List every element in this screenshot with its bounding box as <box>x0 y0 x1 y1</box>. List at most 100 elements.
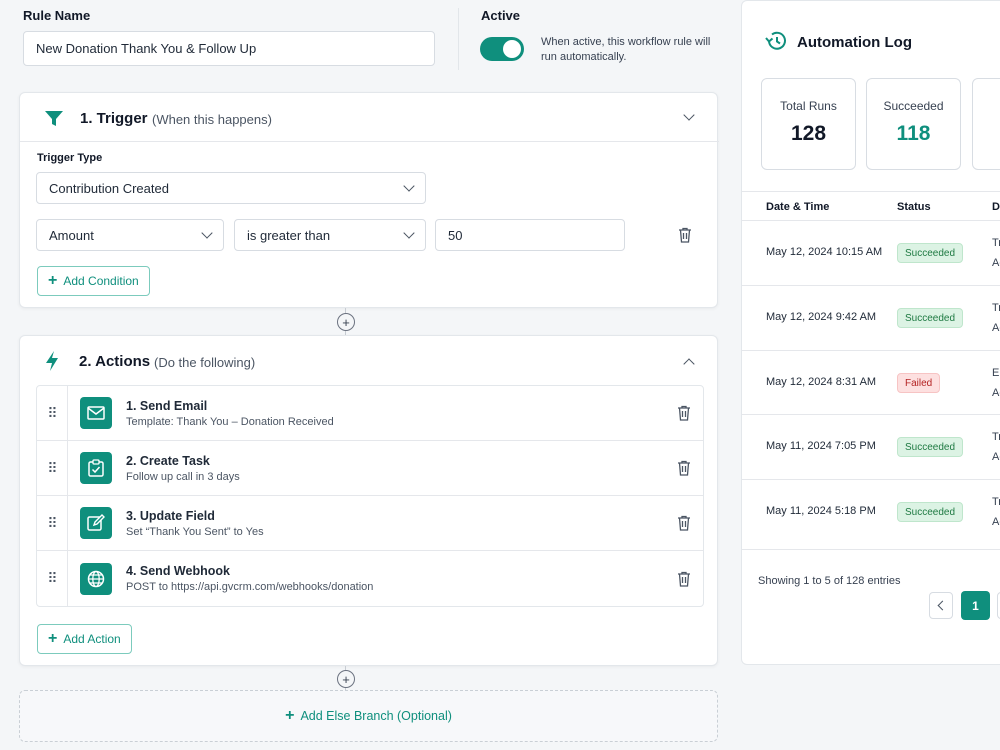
row-separator <box>67 386 68 440</box>
plus-icon: + <box>285 707 295 724</box>
log-detail: Tr <box>992 237 1000 249</box>
log-detail: Ac <box>992 257 1000 269</box>
add-condition-label: Add Condition <box>63 274 139 288</box>
mail-icon <box>80 397 112 429</box>
action-item[interactable]: ⠿ 2. Create Task Follow up call in 3 day… <box>37 441 703 496</box>
lightning-icon <box>46 351 58 371</box>
log-detail: Tr <box>992 431 1000 443</box>
status-badge: Succeeded <box>897 502 964 522</box>
globe-icon <box>80 562 112 595</box>
log-detail: Ac <box>992 451 1000 463</box>
trash-icon[interactable] <box>677 571 691 587</box>
status-badge: Failed <box>897 373 941 393</box>
chevron-down-icon <box>403 180 415 192</box>
action-item[interactable]: ⠿ 1. Send Email Template: Thank You – Do… <box>37 386 703 441</box>
action-subtitle: POST to https://api.gvcrm.com/webhooks/d… <box>126 581 374 593</box>
table-divider <box>742 191 1000 192</box>
log-detail: Ac <box>992 322 1000 334</box>
chevron-up-icon[interactable] <box>683 358 695 370</box>
action-title: 2. Create Task <box>126 453 210 468</box>
drag-handle-icon[interactable]: ⠿ <box>37 570 67 587</box>
log-date: May 11, 2024 7:05 PM <box>766 440 876 452</box>
add-step-icon[interactable]: + <box>337 313 355 331</box>
row-separator <box>67 551 68 606</box>
status-badge: Succeeded <box>897 437 964 457</box>
row-separator <box>67 441 68 495</box>
table-row[interactable]: May 11, 2024 7:05 PM Succeeded Tr Ac <box>742 414 1000 479</box>
trigger-subtitle: (When this happens) <box>152 112 272 127</box>
condition-field-value: Amount <box>49 227 94 243</box>
trigger-type-label: Trigger Type <box>37 152 103 164</box>
actions-title: 2. Actions <box>79 353 151 370</box>
plus-icon: + <box>48 272 58 289</box>
chevron-down-icon[interactable] <box>683 109 695 121</box>
table-row[interactable]: May 12, 2024 9:42 AM Succeeded Tr Ac <box>742 285 1000 350</box>
trigger-type-select[interactable]: Contribution Created <box>36 172 426 204</box>
log-date: May 12, 2024 9:42 AM <box>766 311 877 323</box>
column-header: Status <box>897 201 931 213</box>
trash-icon[interactable] <box>677 515 691 531</box>
log-detail: Tr <box>992 496 1000 508</box>
action-subtitle: Follow up call in 3 days <box>126 470 240 483</box>
header-divider <box>458 8 459 70</box>
log-date: May 11, 2024 5:18 PM <box>766 505 876 517</box>
action-title: 3. Update Field <box>126 508 215 523</box>
column-header: De <box>992 201 1000 213</box>
stat-label: Succeeded <box>883 99 944 113</box>
stat-card-partial <box>972 78 1000 170</box>
filter-icon <box>45 111 63 126</box>
rule-name-input[interactable]: New Donation Thank You & Follow Up <box>23 31 435 66</box>
log-detail: Ac <box>992 516 1000 528</box>
add-action-label: Add Action <box>63 632 121 646</box>
action-list: ⠿ 1. Send Email Template: Thank You – Do… <box>36 385 704 607</box>
add-else-branch-button[interactable]: + Add Else Branch (Optional) <box>19 690 718 742</box>
drag-handle-icon[interactable]: ⠿ <box>37 515 67 532</box>
add-action-button[interactable]: + Add Action <box>37 624 132 654</box>
automation-log-panel: Automation Log Total Runs 128 Succeeded … <box>741 0 1000 665</box>
trash-icon[interactable] <box>678 227 692 243</box>
add-step-icon[interactable]: + <box>337 670 355 688</box>
action-item[interactable]: ⠿ 4. Send Webhook POST to https://api.gv… <box>37 551 703 606</box>
stat-succeeded: Succeeded 118 <box>866 78 961 170</box>
prev-page-button[interactable] <box>929 592 953 619</box>
table-row[interactable]: May 12, 2024 10:15 AM Succeeded Tr Ac <box>742 220 1000 285</box>
edit-icon <box>80 507 112 539</box>
trash-icon[interactable] <box>677 405 691 421</box>
action-title: 1. Send Email <box>126 398 208 413</box>
active-toggle[interactable] <box>480 37 524 61</box>
rule-name-label: Rule Name <box>23 8 91 23</box>
stat-value: 128 <box>790 122 827 145</box>
add-else-branch-label: Add Else Branch (Optional) <box>300 709 452 723</box>
action-title: 4. Send Webhook <box>126 564 230 578</box>
pagination-info: Showing 1 to 5 of 128 entries <box>758 575 901 587</box>
stat-label: Total Runs <box>780 99 837 113</box>
status-badge: Succeeded <box>897 308 964 328</box>
drag-handle-icon[interactable]: ⠿ <box>37 460 67 477</box>
condition-value-input[interactable]: 50 <box>435 219 625 251</box>
action-subtitle: Set “Thank You Sent” to Yes <box>126 525 264 538</box>
column-header: Date & Time <box>766 201 830 213</box>
log-detail: Er <box>992 367 1000 379</box>
condition-operator-value: is greater than <box>247 227 331 243</box>
table-row[interactable]: May 12, 2024 8:31 AM Failed Er Ac <box>742 350 1000 415</box>
drag-handle-icon[interactable]: ⠿ <box>37 405 67 422</box>
condition-operator-select[interactable]: is greater than <box>234 219 426 251</box>
status-badge: Succeeded <box>897 243 964 263</box>
actions-card: 2. Actions (Do the following) ⠿ 1. Send … <box>19 335 718 666</box>
action-item[interactable]: ⠿ 3. Update Field Set “Thank You Sent” t… <box>37 496 703 551</box>
page-1-button[interactable]: 1 <box>961 591 990 620</box>
trigger-divider <box>20 141 719 142</box>
table-row[interactable]: May 11, 2024 5:18 PM Succeeded Tr Ac <box>742 479 1000 544</box>
action-subtitle: Template: Thank You – Donation Received <box>126 415 334 428</box>
add-condition-button[interactable]: + Add Condition <box>37 266 150 296</box>
history-icon <box>765 31 786 50</box>
log-date: May 12, 2024 8:31 AM <box>766 376 877 388</box>
active-label: Active <box>481 8 521 23</box>
actions-subtitle: (Do the following) <box>154 355 256 370</box>
chevron-down-icon <box>403 227 415 239</box>
condition-field-select[interactable]: Amount <box>36 219 224 251</box>
trash-icon[interactable] <box>677 460 691 476</box>
stat-value: 118 <box>896 122 931 145</box>
log-detail: Ac <box>992 387 1000 399</box>
active-help-text: When active, this workflow rule will run… <box>541 36 711 63</box>
